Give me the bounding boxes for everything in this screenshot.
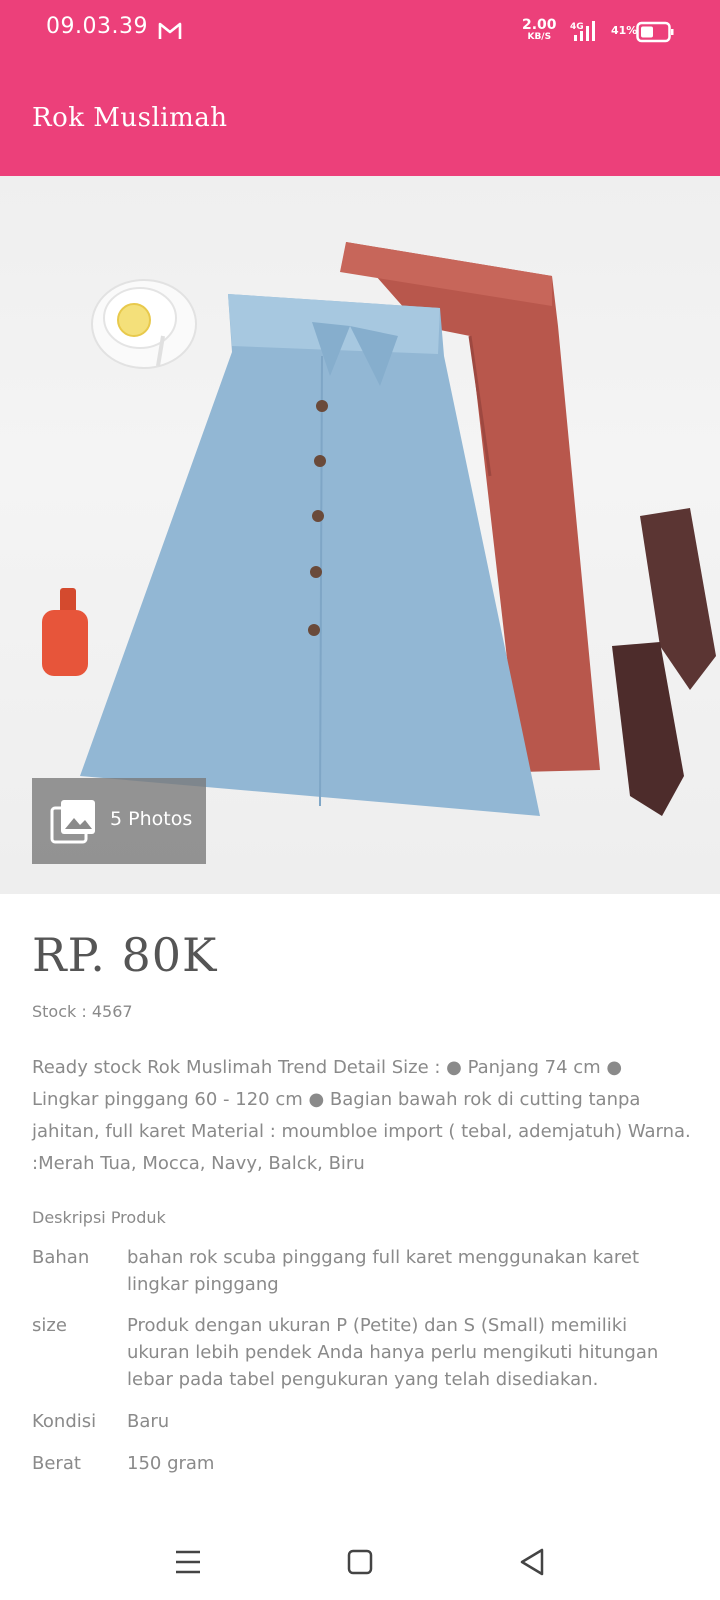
spec-label: Bahan [32, 1247, 90, 1268]
spec-value: Baru [127, 1411, 170, 1432]
section-title: Deskripsi Produk [32, 1208, 166, 1227]
spec-value: Produk dengan ukuran P (Petite) dan S (S… [127, 1315, 659, 1390]
photos-label: 5 Photos [110, 808, 193, 830]
system-nav-bar [0, 1524, 720, 1600]
product-image[interactable]: 5 Photos [0, 176, 720, 894]
network-speed: 2.00 KB/S [522, 17, 557, 42]
svg-text:4G: 4G [570, 22, 584, 32]
product-price: RP. 80K [32, 928, 218, 982]
product-description: Ready stock Rok Muslimah Trend Detail Si… [32, 1057, 691, 1174]
status-time: 09.03.39 [46, 14, 148, 39]
home-icon[interactable] [340, 1544, 380, 1580]
spec-value: bahan rok scuba pinggang full karet meng… [127, 1247, 640, 1295]
app-header: 09.03.39 2.00 KB/S 4G 41% Rok Muslimah [0, 0, 720, 176]
spec-label: size [32, 1315, 67, 1336]
spec-value: 150 gram [127, 1453, 215, 1474]
product-stock: Stock : 4567 [32, 1002, 133, 1021]
spec-label: Berat [32, 1453, 81, 1474]
photos-icon [50, 800, 95, 844]
photos-button[interactable]: 5 Photos [32, 778, 206, 864]
battery-percent: 41% [611, 24, 638, 37]
gmail-icon [158, 22, 182, 39]
battery-icon [636, 21, 674, 43]
menu-icon[interactable] [168, 1544, 208, 1580]
signal-icon: 4G [570, 21, 595, 41]
back-icon[interactable] [512, 1544, 552, 1580]
page-title: Rok Muslimah [32, 103, 228, 133]
spec-label: Kondisi [32, 1411, 97, 1432]
